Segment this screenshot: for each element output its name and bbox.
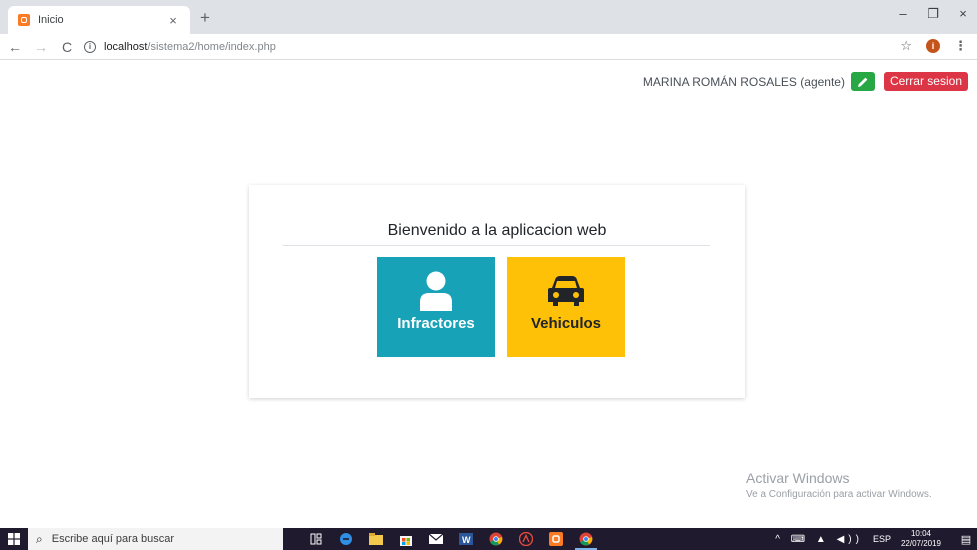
vehiculos-tile[interactable]: Vehiculos — [507, 257, 625, 357]
acrobat-icon[interactable] — [511, 528, 541, 550]
vehiculos-label: Vehiculos — [530, 315, 602, 332]
bookmark-star-icon[interactable]: ☆ — [900, 38, 912, 54]
task-view-icon[interactable] — [301, 528, 331, 550]
watermark-subtitle: Ve a Configuración para activar Windows. — [746, 489, 932, 500]
edge-icon[interactable] — [331, 528, 361, 550]
pencil-icon — [857, 77, 868, 87]
search-placeholder: Escribe aquí para buscar — [51, 533, 175, 545]
site-info-icon[interactable]: i — [84, 40, 96, 53]
restore-button[interactable]: ❐ — [927, 6, 939, 22]
url-path: /sistema2/home/index.php — [147, 40, 276, 53]
title-divider — [283, 245, 710, 246]
url-host: localhost — [104, 40, 148, 53]
file-explorer-icon[interactable] — [361, 528, 391, 550]
close-window-button[interactable]: × — [957, 6, 969, 22]
taskbar: ⌕ Escribe aquí para buscar W ^ ⌨ ▲ ◀)) E… — [0, 528, 977, 550]
word-icon[interactable]: W — [451, 528, 481, 550]
profile-avatar-icon[interactable]: i — [926, 39, 940, 53]
watermark-title: Activar Windows — [746, 470, 850, 486]
svg-text:W: W — [462, 535, 471, 545]
clock-time: 10:04 — [910, 529, 931, 538]
reload-button[interactable]: C — [56, 39, 78, 55]
activation-watermark: Activar Windows Ve a Configuración para … — [746, 470, 932, 500]
user-bar: MARINA ROMÁN ROSALES (agente) Cerrar ses… — [643, 72, 968, 91]
back-button[interactable]: ← — [4, 39, 26, 55]
notification-icon[interactable]: ▤ — [955, 533, 977, 546]
pinned-apps: W — [301, 528, 601, 550]
user-icon — [420, 271, 452, 311]
chrome-icon[interactable] — [481, 528, 511, 550]
browser-tabstrip: Inicio × + – ❐ × — [0, 0, 977, 34]
car-icon — [548, 276, 584, 306]
toolbar-actions: ☆ i ⋮ — [900, 38, 967, 54]
xampp-favicon-icon — [18, 14, 30, 26]
windows-logo-icon — [8, 533, 20, 545]
welcome-card: Bienvenido a la aplicacion web Infractor… — [249, 185, 745, 398]
tab-title: Inicio — [38, 14, 64, 26]
tray-icons[interactable]: ^ ⌨ ▲ ◀)) — [775, 534, 863, 545]
search-icon: ⌕ — [36, 531, 43, 546]
browser-menu-icon[interactable]: ⋮ — [954, 38, 967, 54]
infractores-label: Infractores — [397, 315, 475, 332]
window-controls: – ❐ × — [897, 6, 969, 22]
clock[interactable]: 10:04 22/07/2019 — [901, 529, 941, 549]
user-name: MARINA ROMÁN ROSALES (agente) — [642, 74, 845, 89]
minimize-button[interactable]: – — [897, 6, 909, 22]
mail-icon[interactable] — [421, 528, 451, 550]
xampp-icon[interactable] — [541, 528, 571, 550]
taskbar-search[interactable]: ⌕ Escribe aquí para buscar — [28, 528, 283, 550]
tab-close-icon[interactable]: × — [166, 13, 180, 28]
chrome-active-icon[interactable] — [571, 528, 601, 550]
infractores-tile[interactable]: Infractores — [377, 257, 495, 357]
address-bar[interactable]: i localhost/sistema2/home/index.php — [84, 37, 276, 57]
store-icon[interactable] — [391, 528, 421, 550]
clock-date: 22/07/2019 — [900, 539, 941, 548]
page-title: Bienvenido a la aplicacion web — [387, 222, 607, 239]
edit-profile-button[interactable] — [850, 72, 875, 91]
language-indicator[interactable]: ESP — [873, 534, 891, 544]
start-button[interactable] — [0, 528, 28, 550]
new-tab-button[interactable]: + — [196, 8, 214, 28]
system-tray: ^ ⌨ ▲ ◀)) ESP 10:04 22/07/2019 ▤ — [775, 528, 977, 550]
browser-toolbar: ← → C i localhost/sistema2/home/index.ph… — [0, 34, 977, 60]
forward-button[interactable]: → — [30, 39, 52, 55]
browser-tab[interactable]: Inicio × — [8, 6, 190, 34]
logout-button[interactable]: Cerrar sesion — [883, 72, 968, 91]
